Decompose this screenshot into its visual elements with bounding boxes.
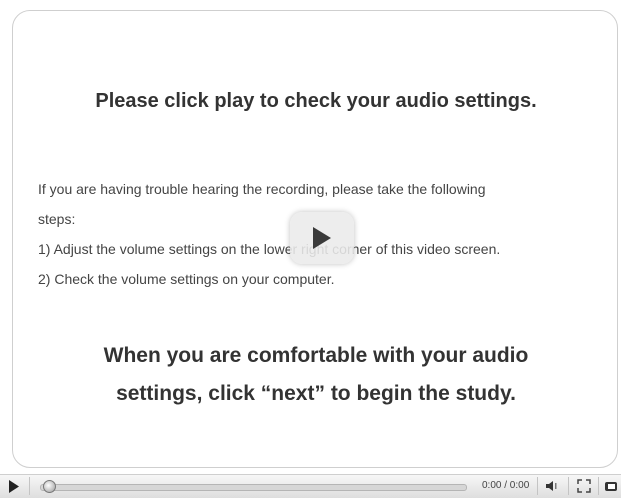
divider: [598, 477, 599, 495]
divider: [568, 477, 569, 495]
fullscreen-icon: [577, 479, 591, 493]
popout-icon: [605, 482, 617, 491]
seek-knob[interactable]: [43, 480, 56, 493]
instruction-line: 2) Check the volume settings on your com…: [38, 271, 335, 287]
page-title: Please click play to check your audio se…: [95, 90, 537, 112]
closing-message: When you are comfortable with your audio…: [13, 337, 619, 413]
divider: [537, 477, 538, 495]
volume-button[interactable]: [543, 478, 561, 494]
closing-line: settings, click “next” to begin the stud…: [116, 382, 516, 405]
overlay-play-button[interactable]: [290, 212, 354, 264]
divider: [29, 477, 30, 495]
popout-button[interactable]: [603, 478, 619, 494]
video-controls-bar: 0:00 / 0:00: [0, 474, 621, 498]
play-icon: [9, 479, 19, 493]
seek-bar[interactable]: [40, 484, 467, 491]
volume-icon: [546, 481, 557, 491]
time-display: 0:00 / 0:00: [482, 480, 530, 491]
closing-line: When you are comfortable with your audio: [103, 344, 529, 367]
fullscreen-button[interactable]: [576, 478, 592, 494]
instruction-line: If you are having trouble hearing the re…: [38, 181, 486, 197]
play-icon: [313, 227, 331, 249]
play-button[interactable]: [6, 478, 22, 494]
